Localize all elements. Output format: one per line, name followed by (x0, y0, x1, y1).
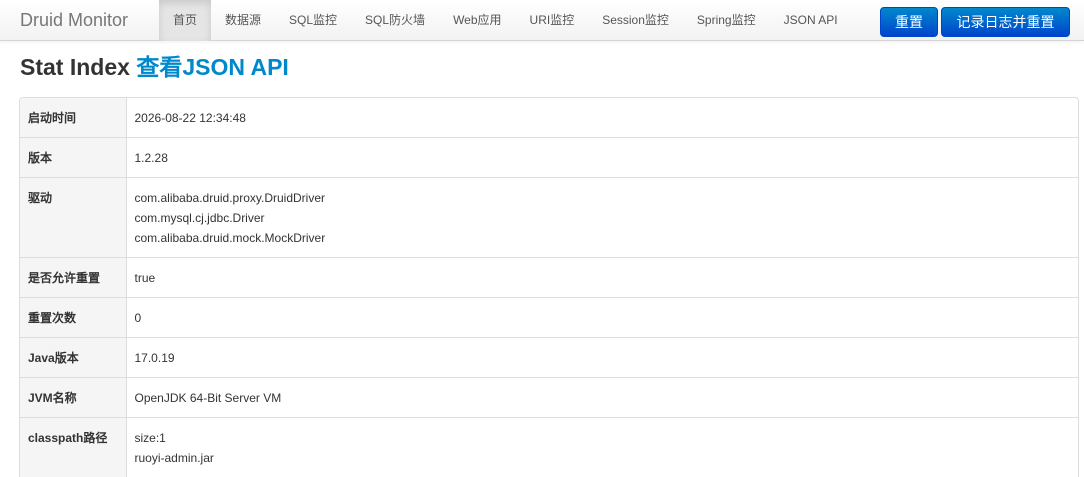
reset-count-label: 重置次数 (20, 298, 126, 338)
version-label: 版本 (20, 138, 126, 178)
java-version-label: Java版本 (20, 338, 126, 378)
table-row: 驱动 com.alibaba.druid.proxy.DruidDriver c… (20, 178, 1078, 258)
reset-enable-label: 是否允许重置 (20, 258, 126, 298)
nav-json-api[interactable]: JSON API (770, 0, 852, 41)
classpath-item: ruoyi-admin.jar (135, 448, 1071, 468)
log-and-reset-button[interactable]: 记录日志并重置 (941, 7, 1070, 37)
classpath-item: size:1 (135, 428, 1071, 448)
drivers-label: 驱动 (20, 178, 126, 258)
table-row: JVM名称 OpenJDK 64-Bit Server VM (20, 378, 1078, 418)
table-row: Java版本 17.0.19 (20, 338, 1078, 378)
nav-web-app[interactable]: Web应用 (439, 0, 515, 41)
classpath-value: size:1 ruoyi-admin.jar (126, 418, 1078, 477)
table-row: 是否允许重置 true (20, 258, 1078, 298)
reset-button[interactable]: 重置 (880, 7, 938, 37)
jvm-name-label: JVM名称 (20, 378, 126, 418)
page-title-text: Stat Index (20, 54, 130, 80)
nav-uri-monitor[interactable]: URI监控 (516, 0, 589, 41)
reset-enable-value: true (126, 258, 1078, 298)
stat-table: 启动时间 2026-08-22 12:34:48 版本 1.2.28 驱动 co… (19, 97, 1079, 477)
java-version-value: 17.0.19 (126, 338, 1078, 378)
start-time-value: 2026-08-22 12:34:48 (126, 98, 1078, 138)
table-row: 版本 1.2.28 (20, 138, 1078, 178)
page-title: Stat Index 查看JSON API (20, 51, 289, 83)
table-row: classpath路径 size:1 ruoyi-admin.jar (20, 418, 1078, 477)
brand-logo[interactable]: Druid Monitor (20, 0, 128, 41)
driver-item: com.alibaba.druid.mock.MockDriver (135, 228, 1071, 248)
nav-sql-monitor[interactable]: SQL监控 (275, 0, 351, 41)
driver-item: com.alibaba.druid.proxy.DruidDriver (135, 188, 1071, 208)
top-navbar: Druid Monitor 首页 数据源 SQL监控 SQL防火墙 Web应用 … (0, 0, 1084, 41)
reset-count-value: 0 (126, 298, 1078, 338)
nav-spring-monitor[interactable]: Spring监控 (683, 0, 770, 41)
table-row: 启动时间 2026-08-22 12:34:48 (20, 98, 1078, 138)
table-row: 重置次数 0 (20, 298, 1078, 338)
jvm-name-value: OpenJDK 64-Bit Server VM (126, 378, 1078, 418)
drivers-value: com.alibaba.druid.proxy.DruidDriver com.… (126, 178, 1078, 258)
nav-datasource[interactable]: 数据源 (211, 0, 275, 41)
driver-item: com.mysql.cj.jdbc.Driver (135, 208, 1071, 228)
nav-session-monitor[interactable]: Session监控 (588, 0, 683, 41)
start-time-label: 启动时间 (20, 98, 126, 138)
nav-sql-firewall[interactable]: SQL防火墙 (351, 0, 439, 41)
main-nav: 首页 数据源 SQL监控 SQL防火墙 Web应用 URI监控 Session监… (159, 0, 852, 41)
version-value: 1.2.28 (126, 138, 1078, 178)
view-json-api-link[interactable]: 查看JSON API (136, 54, 289, 80)
classpath-label: classpath路径 (20, 418, 126, 477)
nav-home[interactable]: 首页 (159, 0, 211, 41)
